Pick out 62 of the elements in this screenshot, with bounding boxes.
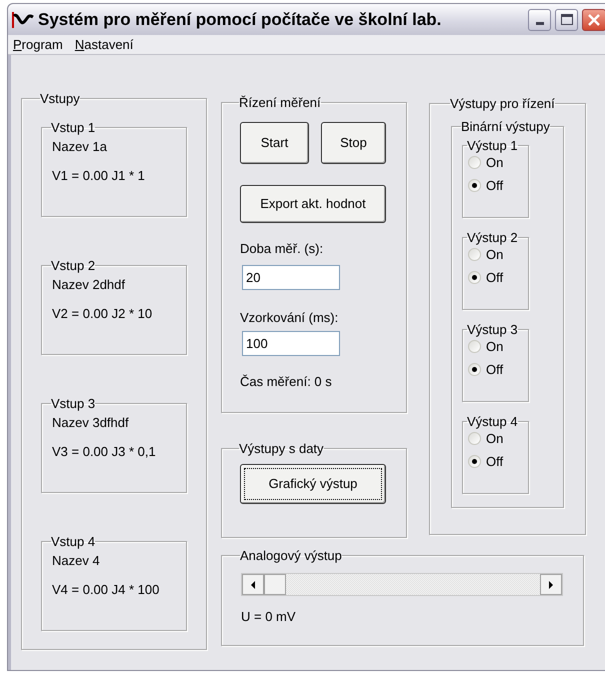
radio-label: Off (486, 270, 504, 285)
slider-thumb[interactable] (264, 574, 286, 595)
scroll-slider[interactable] (241, 573, 563, 596)
minimize-button[interactable] (528, 8, 551, 30)
radio-label: On (486, 339, 504, 354)
radio-button[interactable] (468, 340, 481, 353)
close-button[interactable] (582, 8, 605, 30)
radio-button[interactable] (468, 156, 481, 169)
group-title: Vstupy (40, 91, 80, 106)
radio-label: Off (486, 454, 504, 469)
input-name: Nazev 4 (52, 553, 101, 568)
radio-button[interactable] (468, 432, 481, 445)
radio-label: On (486, 247, 504, 262)
right-arrow-icon (549, 580, 553, 588)
radio-button[interactable] (468, 363, 481, 376)
group-title: Vstup 3 (51, 396, 96, 411)
elapsed-time: Čas měření: 0 s (240, 373, 333, 391)
scroll-right-button[interactable] (540, 574, 562, 595)
group-title: Řízení měření (239, 95, 321, 110)
input-name: Nazev 2dhdf (52, 277, 126, 292)
group-title: Výstupy pro řízení (450, 96, 555, 111)
menu-item[interactable]: Nastavení (70, 34, 138, 54)
input-name: Nazev 1a (52, 139, 108, 154)
radio-label: Off (486, 362, 504, 377)
push-button[interactable]: Start (240, 122, 309, 164)
radio-button[interactable] (468, 248, 481, 261)
maximize-button[interactable] (555, 8, 578, 30)
input-formula: V2 = 0.00 J2 * 10 (52, 306, 154, 321)
group-title: Výstup 1 (467, 138, 518, 153)
group-title: Analogový výstup (240, 548, 342, 563)
group-title: Vstup 2 (51, 258, 96, 273)
field-label: Doba měř. (s): (240, 240, 324, 258)
input-name: Nazev 3dfhdf (52, 415, 130, 430)
radio-label: On (486, 155, 504, 170)
radio-button[interactable] (468, 455, 481, 468)
group-title: Binární výstupy (461, 119, 550, 134)
window-title: Systém pro měření pomocí počítače ve školní lab. (38, 8, 442, 31)
input-field[interactable]: 100 (242, 331, 340, 356)
push-button[interactable]: Stop (321, 122, 386, 164)
group-title: Výstup 4 (467, 414, 518, 429)
radio-button[interactable] (468, 271, 481, 284)
left-arrow-icon (251, 580, 255, 588)
group-title: Výstup 2 (467, 230, 518, 245)
voltage-reading: U = 0 mV (241, 608, 297, 626)
input-formula: V4 = 0.00 J4 * 100 (52, 582, 160, 597)
radio-button[interactable] (468, 179, 481, 192)
close-icon (588, 14, 600, 26)
push-button[interactable]: Grafický výstup (240, 464, 386, 504)
radio-label: On (486, 431, 504, 446)
group-title: Výstup 3 (467, 322, 518, 337)
group-title: Vstup 4 (51, 534, 96, 549)
wave-icon (12, 12, 34, 28)
push-button[interactable]: Export akt. hodnot (240, 185, 386, 223)
scroll-left-button[interactable] (242, 574, 264, 595)
input-formula: V3 = 0.00 J3 * 0,1 (52, 444, 157, 459)
menu-item[interactable]: Program (9, 34, 67, 54)
radio-label: Off (486, 178, 504, 193)
group-title: Vstup 1 (51, 120, 96, 135)
input-formula: V1 = 0.00 J1 * 1 (52, 168, 146, 183)
field-label: Vzorkování (ms): (240, 308, 340, 327)
group-title: Výstupy s daty (239, 441, 324, 456)
input-field[interactable]: 20 (242, 264, 340, 290)
